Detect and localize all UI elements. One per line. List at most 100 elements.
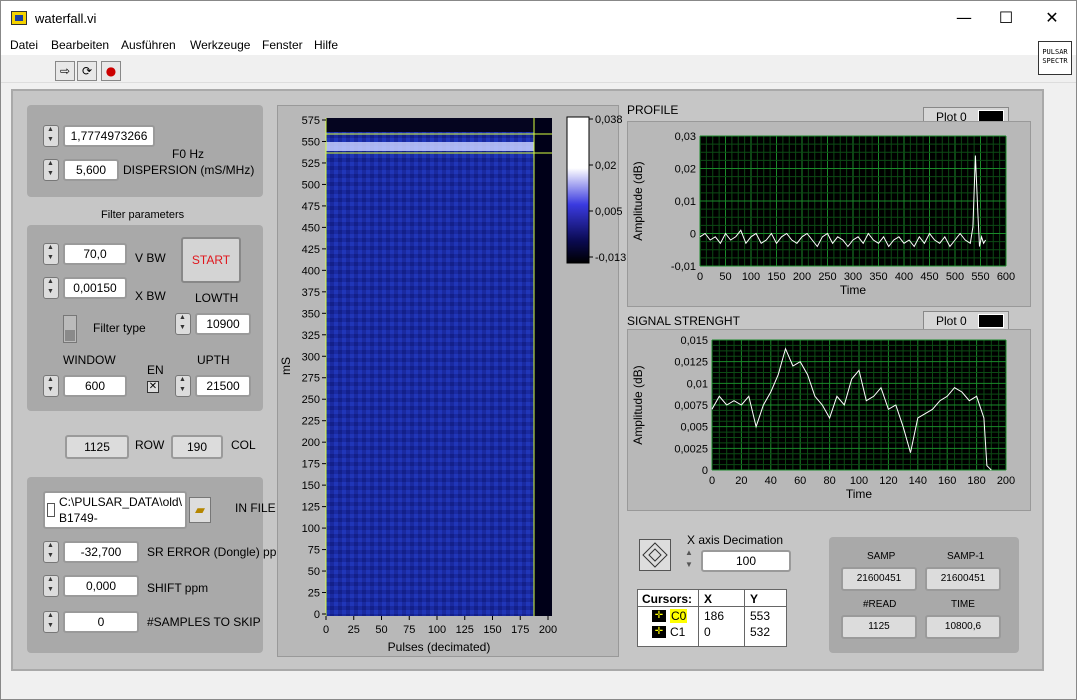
skip-input[interactable]: 0 <box>63 611 139 633</box>
en-checkbox[interactable]: ✕ <box>147 381 159 393</box>
x-tick-label: 450 <box>920 271 938 283</box>
xbw-input[interactable]: 0,00150 <box>63 277 127 299</box>
shift-increment-decrement[interactable] <box>43 575 59 597</box>
read-indicator: 1125 <box>841 615 917 639</box>
decimation-input[interactable]: 100 <box>701 550 791 572</box>
x-tick-label: 250 <box>818 271 836 283</box>
menu-fenster[interactable]: Fenster <box>262 38 303 52</box>
lowth-input[interactable]: 10900 <box>195 313 251 335</box>
upth-increment-decrement[interactable] <box>175 375 191 397</box>
f0-dispersion-group: 1,7774973266 F0 Hz 5,600 DISPERSION (mS/… <box>27 105 263 197</box>
cursor-c0-name[interactable]: C0 <box>670 609 688 623</box>
signal-strength-graph[interactable]: 0 20 40 60 80 100 120 140 160 180 200 0,015 0,0125 0,… <box>628 330 1032 512</box>
infile-path-line2: B1749- <box>59 511 98 525</box>
sr-error-increment-decrement[interactable] <box>43 541 59 563</box>
cursor-c0-x: 186 <box>704 609 725 623</box>
waterfall-y-tick-label: 550 <box>302 136 320 148</box>
waterfall-y-tick-label: 250 <box>302 394 320 406</box>
y-tick-label: 0 <box>702 465 708 477</box>
time-label: TIME <box>951 599 975 610</box>
menu-bar: Datei Bearbeiten Ausführen Werkzeuge Fen… <box>1 35 1076 55</box>
window-input[interactable]: 600 <box>63 375 127 397</box>
infile-label: IN FILE <box>235 501 276 515</box>
waterfall-y-tick-label: 0 <box>314 609 320 621</box>
waterfall-y-tick-label: 450 <box>302 222 320 234</box>
waterfall-y-tick-label: 275 <box>302 373 320 385</box>
run-continuously-icon[interactable]: ⟳ <box>77 61 97 81</box>
cursor-c0-style-icon[interactable]: ✛ <box>652 610 666 622</box>
cursor-c1-name[interactable]: C1 <box>670 625 685 639</box>
samp-indicator: 21600451 <box>841 567 917 591</box>
dispersion-input[interactable]: 5,600 <box>63 159 119 181</box>
y-tick-label: 0,0025 <box>674 443 708 455</box>
x-axis-label: Time <box>840 283 867 297</box>
cursor-legend-table[interactable]: Cursors: X Y ✛ C0 186 553 ✛ C1 0 532 <box>637 589 787 647</box>
profile-graph[interactable]: 0 50 100 150 200 250 300 350 400 450 500 550 600 0,03… <box>628 122 1032 308</box>
infile-path-field[interactable]: C:\PULSAR_DATA\old\ B1749- <box>43 491 187 529</box>
lowth-increment-decrement[interactable] <box>175 313 191 335</box>
abort-stop-icon[interactable]: ● <box>101 61 121 81</box>
cursor-c1-x: 0 <box>704 625 711 639</box>
waterfall-y-tick-label: 475 <box>302 201 320 213</box>
x-tick-label: 100 <box>850 475 868 487</box>
waterfall-image <box>326 118 552 616</box>
vbw-input[interactable]: 70,0 <box>63 243 127 265</box>
close-button[interactable]: ✕ <box>1029 1 1075 35</box>
y-axis-label: Amplitude (dB) <box>631 365 645 444</box>
y-tick-label: -0,01 <box>671 261 696 273</box>
labview-window: waterfall.vi — ☐ ✕ Datei Bearbeiten Ausf… <box>0 0 1077 700</box>
signal-plot-legend[interactable]: Plot 0 <box>923 311 1009 331</box>
menu-ausfuehren[interactable]: Ausführen <box>121 38 176 52</box>
skip-increment-decrement[interactable] <box>43 611 59 633</box>
start-button[interactable]: START <box>181 237 241 283</box>
menu-hilfe[interactable]: Hilfe <box>314 38 338 52</box>
y-tick-label: 0,01 <box>675 196 696 208</box>
filter-type-toggle[interactable] <box>63 315 77 343</box>
color-ramp-gradient <box>566 116 590 264</box>
decimation-spinner[interactable]: ▲ ▼ <box>685 547 697 573</box>
graph-palette-icon[interactable] <box>639 539 671 571</box>
sr-error-input[interactable]: -32,700 <box>63 541 139 563</box>
upth-input[interactable]: 21500 <box>195 375 251 397</box>
minimize-button[interactable]: — <box>941 1 987 35</box>
decimation-label: X axis Decimation <box>687 533 784 547</box>
y-tick-label: 0,03 <box>675 131 696 143</box>
menu-werkzeuge[interactable]: Werkzeuge <box>190 38 250 52</box>
xbw-increment-decrement[interactable] <box>43 277 59 299</box>
waterfall-x-tick-label: 175 <box>511 624 529 636</box>
x-tick-label: 150 <box>767 271 785 283</box>
menu-bearbeiten[interactable]: Bearbeiten <box>51 38 109 52</box>
skip-label: #SAMPLES TO SKIP <box>147 615 261 629</box>
labview-app-icon <box>11 11 27 25</box>
toggle-lever <box>65 330 75 341</box>
menu-datei[interactable]: Datei <box>10 38 38 52</box>
waterfall-y-tick-label: 300 <box>302 351 320 363</box>
vi-icon: PULSAR SPECTR <box>1038 41 1072 75</box>
folder-browse-icon[interactable]: ▰ <box>189 497 211 523</box>
f0-label: F0 Hz <box>172 147 205 161</box>
shift-input[interactable]: 0,000 <box>63 575 139 597</box>
sr-error-label: SR ERROR (Dongle) ppm <box>147 545 287 559</box>
col-indicator: 190 <box>171 435 223 459</box>
x-tick-label: 600 <box>997 271 1015 283</box>
waterfall-y-tick-label: 350 <box>302 308 320 320</box>
color-ramp-tick-label: 0,005 <box>595 206 623 218</box>
maximize-button[interactable]: ☐ <box>983 1 1029 35</box>
waterfall-y-tick-label: 375 <box>302 287 320 299</box>
run-arrow-icon[interactable]: ⇨ <box>55 61 75 81</box>
cursor-c1-style-icon[interactable]: ✛ <box>652 626 666 638</box>
x-tick-label: 400 <box>895 271 913 283</box>
f0-increment-decrement[interactable] <box>43 125 59 147</box>
window-increment-decrement[interactable] <box>43 375 59 397</box>
vbw-label: V BW <box>135 251 166 265</box>
upth-label: UPTH <box>197 353 230 367</box>
x-tick-label: 0 <box>709 475 715 487</box>
y-axis-label: Amplitude (dB) <box>631 161 645 240</box>
waterfall-y-axis-label: mS <box>279 357 293 375</box>
f0-input[interactable]: 1,7774973266 <box>63 125 155 147</box>
waterfall-y-tick-label: 425 <box>302 244 320 256</box>
waterfall-unfilled-region <box>534 118 552 616</box>
waterfall-x-tick-label: 100 <box>428 624 446 636</box>
dispersion-increment-decrement[interactable] <box>43 159 59 181</box>
vbw-increment-decrement[interactable] <box>43 243 59 265</box>
